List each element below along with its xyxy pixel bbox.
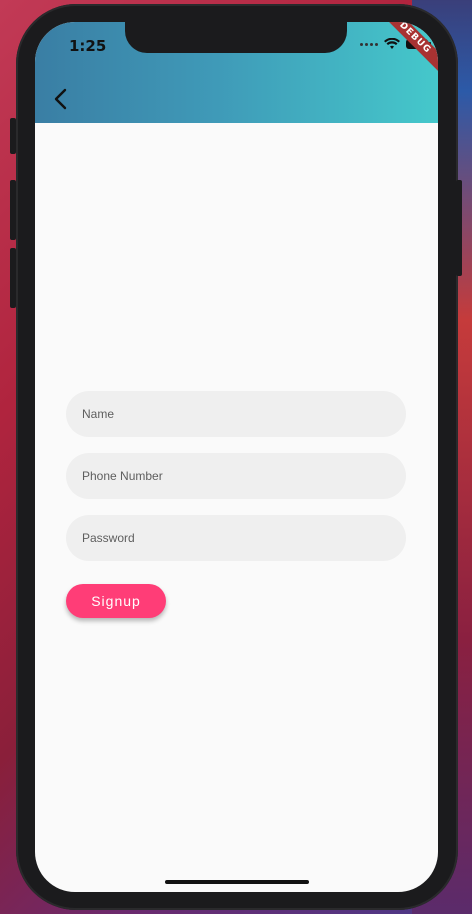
status-time: 1:25 <box>69 37 107 55</box>
name-placeholder: Name <box>82 407 115 421</box>
phone-number-placeholder: Phone Number <box>82 469 163 483</box>
notch <box>125 22 347 53</box>
password-field[interactable]: Password <box>66 515 406 561</box>
signal-icon <box>360 42 378 46</box>
phone-number-field[interactable]: Phone Number <box>66 453 406 499</box>
app-bar: 1:25 DEBUG <box>35 22 438 123</box>
name-field[interactable]: Name <box>66 391 406 437</box>
chevron-left-icon <box>54 88 67 110</box>
power-button <box>456 180 462 276</box>
back-button[interactable] <box>45 84 75 114</box>
home-indicator <box>165 880 309 884</box>
wifi-icon <box>384 38 400 49</box>
password-placeholder: Password <box>82 531 135 545</box>
mute-switch <box>10 118 16 154</box>
app-screen: 1:25 DEBUG Name Phone Number Password Si… <box>35 22 438 892</box>
volume-up-button <box>10 180 16 240</box>
volume-down-button <box>10 248 16 308</box>
signup-button[interactable]: Signup <box>66 584 166 618</box>
